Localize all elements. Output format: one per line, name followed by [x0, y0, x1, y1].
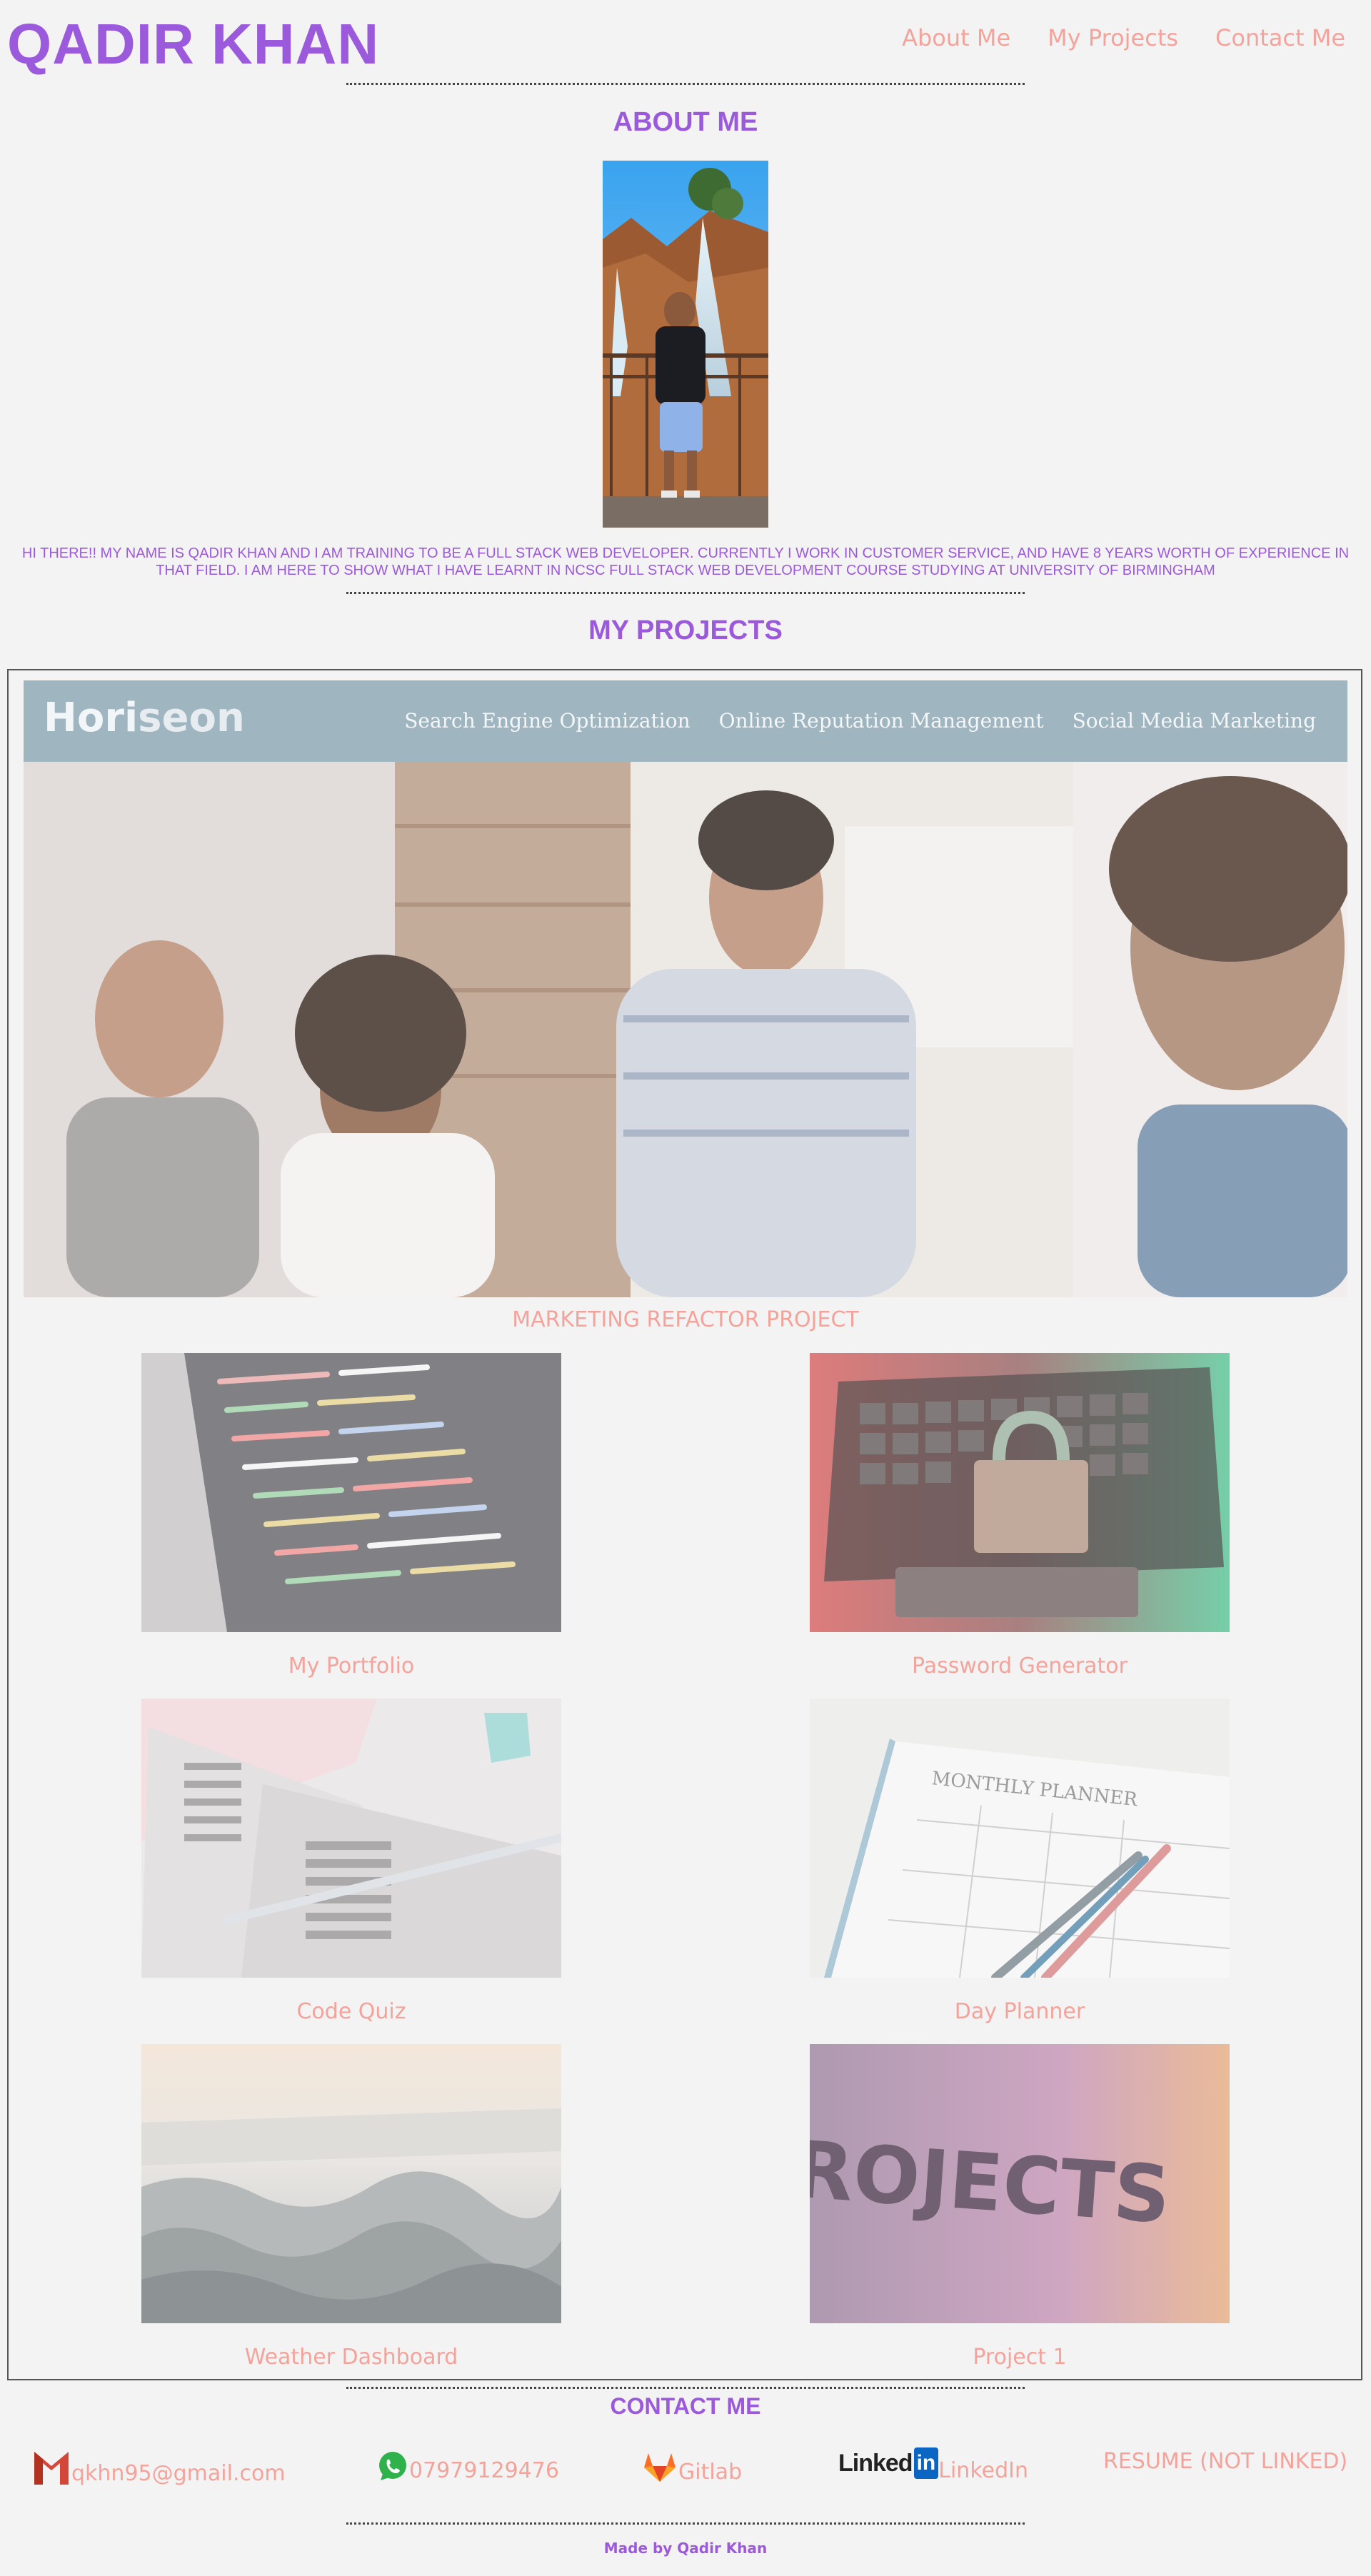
horiseon-link: Social Media Marketing: [1072, 709, 1316, 733]
phone-link[interactable]: 07979129476: [376, 2450, 559, 2483]
horiseon-link: Online Reputation Management: [718, 709, 1044, 733]
main-nav: About Me My Projects Contact Me: [902, 24, 1345, 51]
nav-my-projects[interactable]: My Projects: [1048, 24, 1178, 51]
featured-project-image[interactable]: Horiseon Search Engine Optimization Onli…: [24, 680, 1347, 1297]
contact-title: CONTACT ME: [610, 2393, 761, 2419]
project-image-project-1[interactable]: PROJECTS: [810, 2044, 1230, 2323]
horiseon-logo: Horiseon: [44, 695, 245, 741]
project-image-day-planner[interactable]: MONTHLY PLANNER: [810, 1699, 1230, 1978]
projects-title: MY PROJECTS: [588, 615, 783, 645]
gitlab-icon: [644, 2453, 676, 2482]
project-label-day-planner[interactable]: Day Planner: [810, 1999, 1230, 2024]
project-label-password-generator[interactable]: Password Generator: [810, 1654, 1230, 1679]
email-link[interactable]: qkhn95@gmail.com: [31, 2447, 286, 2486]
project-image-my-portfolio[interactable]: [141, 1353, 561, 1632]
project-image-code-quiz[interactable]: [141, 1699, 561, 1978]
divider: [346, 2387, 1025, 2389]
phone-text: 07979129476: [409, 2458, 559, 2483]
site-name: QADIR KHAN: [7, 12, 380, 76]
project-label-my-portfolio[interactable]: My Portfolio: [141, 1654, 561, 1679]
divider: [346, 83, 1025, 85]
nav-contact-me[interactable]: Contact Me: [1215, 24, 1345, 51]
about-text: HI THERE!! MY NAME IS QADIR KHAN AND I A…: [21, 545, 1350, 578]
team-meeting-photo: [24, 762, 1347, 1297]
horiseon-nav: Search Engine Optimization Online Reputa…: [404, 709, 1316, 733]
footer-credit: Made by Qadir Khan: [603, 2540, 768, 2557]
resume-link[interactable]: RESUME (NOT LINKED): [1103, 2449, 1347, 2474]
linkedin-text: LinkedIn: [938, 2458, 1028, 2483]
nav-about-me[interactable]: About Me: [902, 24, 1010, 51]
project-label-marketing-refactor[interactable]: MARKETING REFACTOR PROJECT: [0, 1307, 1371, 1332]
divider: [346, 592, 1025, 594]
whatsapp-icon: [379, 2452, 406, 2480]
horiseon-header: Horiseon Search Engine Optimization Onli…: [24, 680, 1347, 762]
project-label-project-1[interactable]: Project 1: [810, 2345, 1230, 2370]
email-text: qkhn95@gmail.com: [71, 2461, 286, 2486]
gitlab-text: Gitlab: [678, 2460, 743, 2485]
project-label-weather-dashboard[interactable]: Weather Dashboard: [141, 2345, 561, 2370]
divider: [346, 2522, 1025, 2525]
profile-photo: [603, 161, 768, 528]
linkedin-link[interactable]: Linked in LinkedIn: [838, 2447, 1028, 2483]
linkedin-logo-icon: Linked in: [838, 2447, 939, 2479]
project-label-code-quiz[interactable]: Code Quiz: [141, 1999, 561, 2024]
about-title: ABOUT ME: [613, 107, 758, 137]
horiseon-link: Search Engine Optimization: [404, 709, 690, 733]
project-image-password-generator[interactable]: [810, 1353, 1230, 1632]
gitlab-link[interactable]: Gitlab: [641, 2447, 742, 2485]
project-image-weather-dashboard[interactable]: [141, 2044, 561, 2323]
gmail-icon: [34, 2452, 69, 2485]
resume-text: RESUME (NOT LINKED): [1103, 2449, 1348, 2474]
